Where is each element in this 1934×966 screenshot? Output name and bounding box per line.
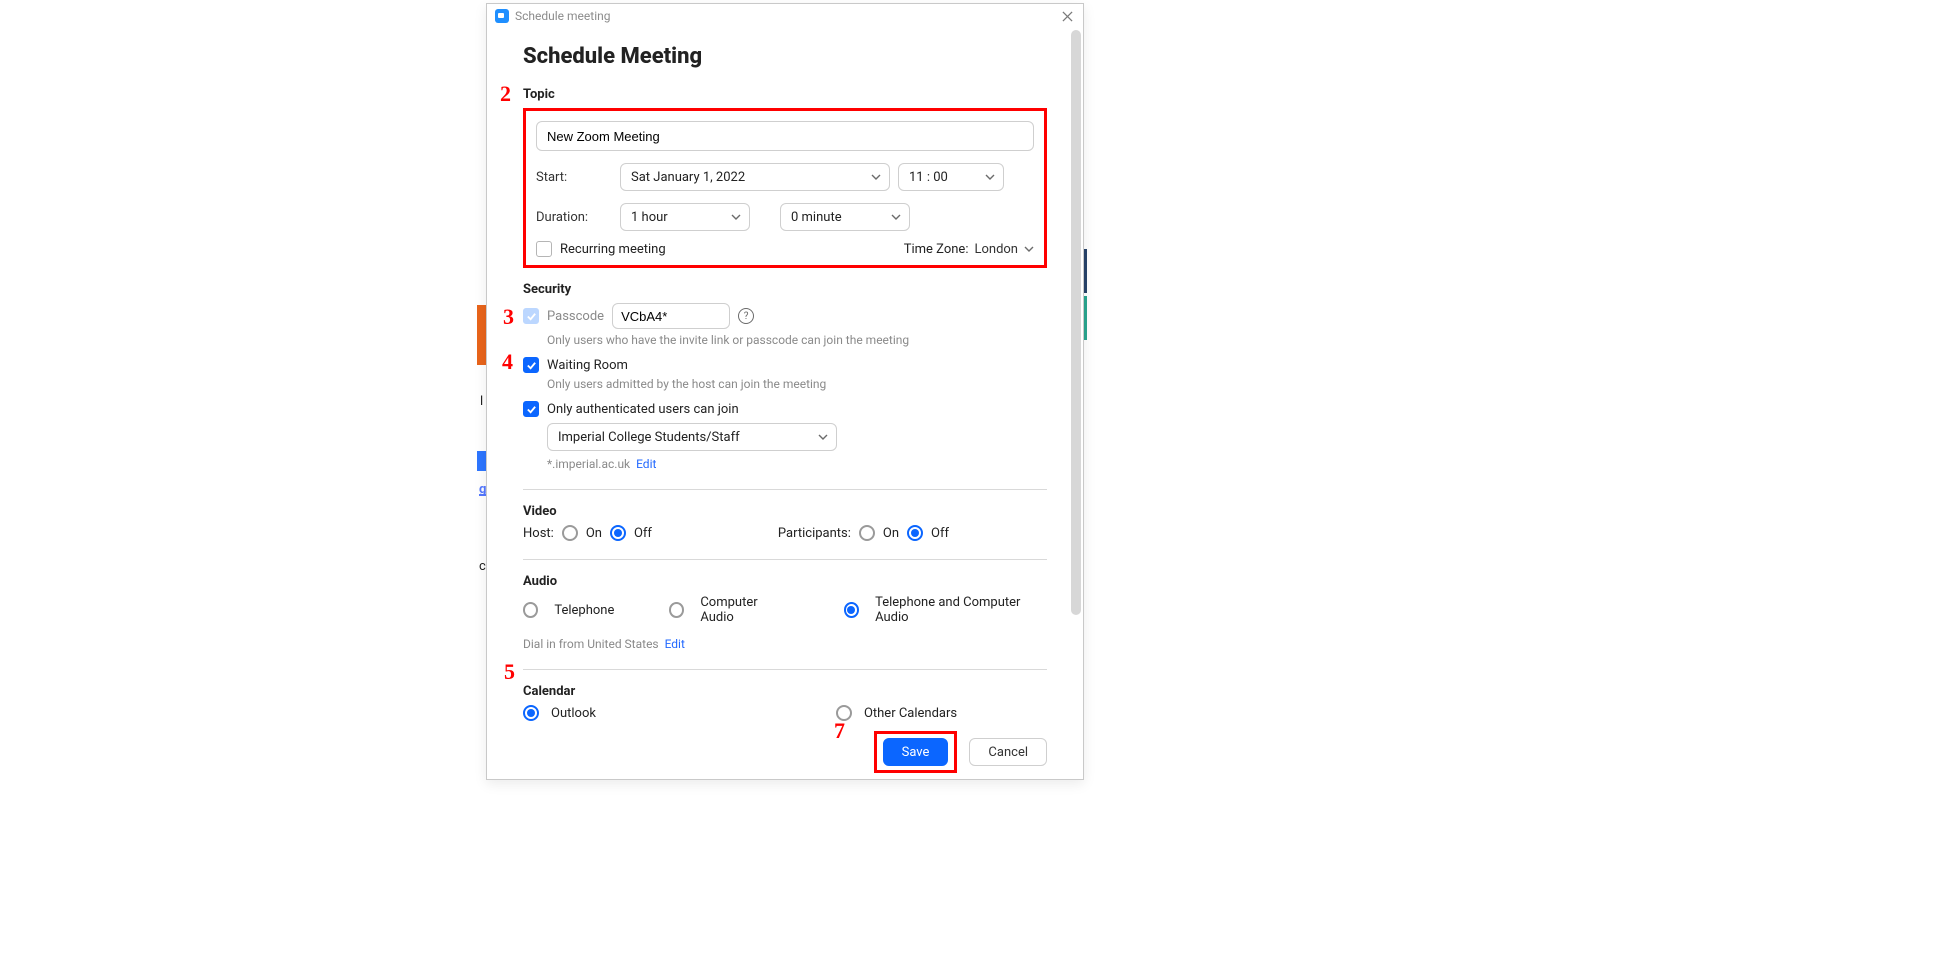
host-video-off-radio[interactable] [610,525,626,541]
chevron-down-icon [1024,244,1034,254]
cancel-button[interactable]: Cancel [969,738,1047,766]
audio-label: Audio [523,574,1047,589]
auth-option-select[interactable]: Imperial College Students/Staff [547,423,837,451]
divider [523,559,1047,560]
auth-domain: *.imperial.ac.uk [547,457,630,471]
duration-hours-select[interactable]: 1 hour [620,203,750,231]
timezone-select[interactable]: Time Zone: London [904,242,1034,257]
video-off-label-2: Off [931,526,949,541]
step-7-annotation: 7 [834,718,845,744]
audio-computer-label: Computer Audio [700,595,789,625]
video-on-label-1: On [586,526,602,541]
timezone-prefix: Time Zone: [904,242,969,257]
chevron-down-icon [871,172,881,182]
chevron-down-icon [818,432,828,442]
start-label: Start: [536,170,612,185]
start-date-select[interactable]: Sat January 1, 2022 [620,163,890,191]
video-host-label: Host: [523,526,554,541]
step-2-annotation: 2 [500,81,511,107]
calendar-other-label: Other Calendars [864,706,957,721]
audio-telephone-label: Telephone [554,603,614,618]
video-participants-label: Participants: [778,526,851,541]
waiting-room-label: Waiting Room [547,358,628,373]
start-time-value: 11 : 00 [909,170,948,185]
audio-telephone-radio[interactable] [523,602,538,618]
passcode-checkbox [523,308,539,324]
auth-users-label: Only authenticated users can join [547,402,739,417]
passcode-input[interactable] [612,303,730,329]
video-label: Video [523,504,1047,519]
topic-input[interactable] [536,121,1034,151]
info-icon[interactable]: ? [738,308,754,324]
video-off-label-1: Off [634,526,652,541]
divider [523,669,1047,670]
passcode-label: Passcode [547,309,604,324]
chevron-down-icon [891,212,901,222]
page-title: Schedule Meeting [523,44,1047,69]
topic-label: Topic [523,87,1047,102]
divider [523,489,1047,490]
save-highlight-box: Save [874,731,958,773]
dial-in-edit-link[interactable]: Edit [665,637,685,651]
passcode-hint: Only users who have the invite link or p… [547,333,1047,347]
calendar-outlook-radio[interactable] [523,705,539,721]
chevron-down-icon [731,212,741,222]
video-on-label-2: On [883,526,899,541]
calendar-outlook-label: Outlook [551,706,596,721]
start-date-value: Sat January 1, 2022 [631,170,745,185]
bg-char-l: l [480,394,483,409]
zoom-app-icon [495,9,509,23]
recurring-checkbox[interactable] [536,241,552,257]
step-5-annotation: 5 [504,659,515,685]
window-title: Schedule meeting [515,9,610,23]
recurring-label: Recurring meeting [560,242,666,257]
titlebar: Schedule meeting [487,4,1083,28]
waiting-room-hint: Only users admitted by the host can join… [547,377,1047,391]
auth-edit-link[interactable]: Edit [636,457,656,471]
dial-in-label: Dial in from United States [523,637,659,651]
scrollbar-thumb[interactable] [1071,30,1081,615]
waiting-room-checkbox[interactable] [523,357,539,373]
step-4-annotation: 4 [502,349,513,375]
duration-label: Duration: [536,210,612,225]
participants-video-off-radio[interactable] [907,525,923,541]
schedule-meeting-dialog: Schedule meeting Schedule Meeting Topic … [486,3,1084,780]
duration-minutes-select[interactable]: 0 minute [780,203,910,231]
auth-users-checkbox[interactable] [523,401,539,417]
calendar-label: Calendar [523,684,1047,699]
audio-both-label: Telephone and Computer Audio [875,595,1047,625]
bg-char-c: c [479,559,486,574]
duration-minutes-value: 0 minute [791,210,842,225]
audio-computer-radio[interactable] [669,602,684,618]
bg-char-g: g [479,482,486,496]
audio-both-radio[interactable] [844,602,859,618]
auth-option-value: Imperial College Students/Staff [558,430,740,445]
duration-hours-value: 1 hour [631,210,668,225]
host-video-on-radio[interactable] [562,525,578,541]
timezone-value: London [974,242,1018,257]
participants-video-on-radio[interactable] [859,525,875,541]
start-time-select[interactable]: 11 : 00 [898,163,1004,191]
close-icon[interactable] [1059,8,1075,24]
chevron-down-icon [985,172,995,182]
topic-highlight-box: Start: Sat January 1, 2022 11 : 00 Durat… [523,108,1047,268]
step-3-annotation: 3 [503,304,514,330]
security-label: Security [523,282,1047,297]
save-button[interactable]: Save [883,738,949,766]
